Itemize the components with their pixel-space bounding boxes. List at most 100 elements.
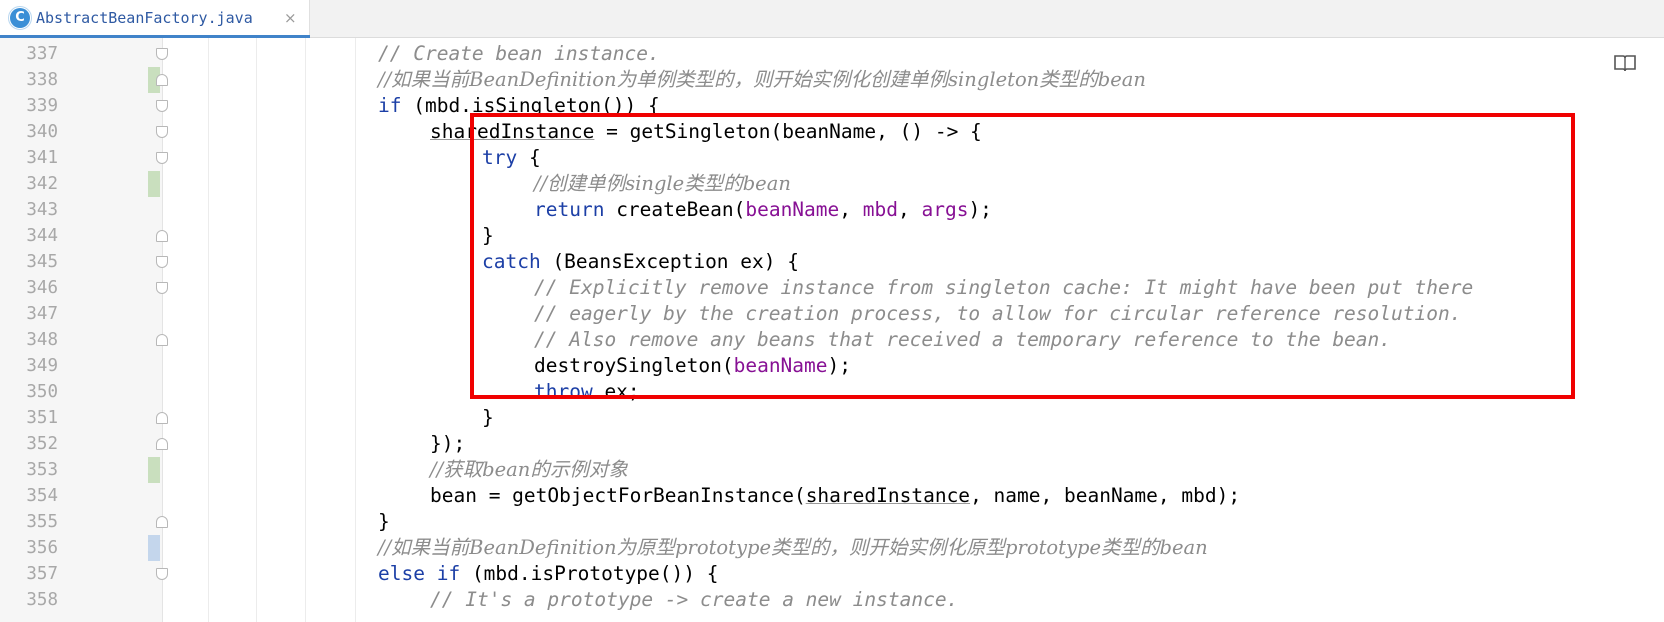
code-token: bean = getObjectForBeanInstance( (430, 484, 806, 507)
fold-start-icon[interactable] (156, 126, 168, 138)
line-number[interactable]: 353 (0, 457, 58, 483)
code-token: (mbd.isSingleton()) { (401, 94, 660, 117)
parameter-token: beanName (733, 354, 828, 377)
line-number[interactable]: 343 (0, 197, 58, 223)
comment-token: // eagerly by the creation process, to a… (534, 302, 1462, 325)
code-token: , name, beanName, mbd); (970, 484, 1241, 507)
java-class-icon: C (8, 6, 32, 30)
line-number[interactable]: 341 (0, 145, 58, 171)
code-line[interactable]: 337 // Create bean instance. (0, 41, 1664, 67)
code-text: //如果当前BeanDefinition为单例类型的，则开始实例化创建单例sin… (378, 67, 1146, 93)
line-number[interactable]: 356 (0, 535, 58, 561)
close-icon[interactable]: × (284, 9, 297, 27)
fold-start-icon[interactable] (156, 568, 168, 580)
line-number[interactable]: 346 (0, 275, 58, 301)
code-line[interactable]: 356 //如果当前BeanDefinition为原型prototype类型的，则… (0, 535, 1664, 561)
line-number[interactable]: 339 (0, 93, 58, 119)
fold-start-icon[interactable] (156, 100, 168, 112)
code-line[interactable]: 338 //如果当前BeanDefinition为单例类型的，则开始实例化创建单例… (0, 67, 1664, 93)
fold-start-icon[interactable] (156, 282, 168, 294)
fold-end-icon[interactable] (156, 438, 168, 450)
line-number[interactable]: 349 (0, 353, 58, 379)
code-line[interactable]: 340 sharedInstance = getSingleton(beanNam… (0, 119, 1664, 145)
code-line[interactable]: 341 try { (0, 145, 1664, 171)
line-number[interactable]: 348 (0, 327, 58, 353)
tab-file-name[interactable]: AbstractBeanFactory.java (36, 9, 253, 27)
code-line[interactable]: 348 // Also remove any beans that receive… (0, 327, 1664, 353)
line-number[interactable]: 340 (0, 119, 58, 145)
vcs-change-marker[interactable] (148, 171, 160, 197)
fold-start-icon[interactable] (156, 48, 168, 60)
code-line[interactable]: 350 throw ex; (0, 379, 1664, 405)
fold-start-icon[interactable] (156, 256, 168, 268)
code-text: } (378, 509, 390, 535)
fold-start-icon[interactable] (156, 152, 168, 164)
code-token: ex; (592, 380, 640, 403)
line-number[interactable]: 342 (0, 171, 58, 197)
code-line[interactable]: 346 // Explicitly remove instance from si… (0, 275, 1664, 301)
code-text: //如果当前BeanDefinition为原型prototype类型的，则开始实… (378, 535, 1208, 561)
code-text: // Also remove any beans that received a… (534, 327, 1391, 353)
code-text: destroySingleton(beanName); (534, 353, 851, 379)
keyword-token: throw (534, 380, 593, 403)
code-line[interactable]: 343 return createBean(beanName, mbd, args… (0, 197, 1664, 223)
code-line[interactable]: 344} (0, 223, 1664, 249)
code-line[interactable]: 358 // It's a prototype -> create a new i… (0, 587, 1664, 613)
parameter-token: args (921, 198, 969, 221)
tab-abstract-bean-factory[interactable]: C AbstractBeanFactory.java × (0, 0, 310, 39)
vcs-change-marker[interactable] (148, 457, 160, 483)
code-token: = getSingleton(beanName, () -> { (594, 120, 982, 143)
code-token: (mbd.isPrototype()) { (460, 562, 719, 585)
comment-token: //获取bean的示例对象 (430, 458, 628, 481)
book-icon[interactable] (1614, 54, 1636, 72)
fold-end-icon[interactable] (156, 334, 168, 346)
vcs-change-marker[interactable] (148, 535, 160, 561)
code-line[interactable]: 352}); (0, 431, 1664, 457)
code-token: }); (430, 432, 466, 455)
code-text: } (482, 223, 494, 249)
line-number[interactable]: 350 (0, 379, 58, 405)
code-token: ); (968, 198, 992, 221)
code-token: } (378, 510, 390, 533)
code-token: createBean( (604, 198, 746, 221)
code-line[interactable]: 339 if (mbd.isSingleton()) { (0, 93, 1664, 119)
code-text: // Create bean instance. (378, 41, 660, 67)
code-text: else if (mbd.isPrototype()) { (378, 561, 718, 587)
line-number[interactable]: 345 (0, 249, 58, 275)
line-number[interactable]: 338 (0, 67, 58, 93)
line-number[interactable]: 337 (0, 41, 58, 67)
line-number[interactable]: 358 (0, 587, 58, 613)
fold-end-icon[interactable] (156, 230, 168, 242)
code-token: } (482, 406, 494, 429)
code-line[interactable]: 357 else if (mbd.isPrototype()) { (0, 561, 1664, 587)
code-line[interactable]: 347 // eagerly by the creation process, t… (0, 301, 1664, 327)
line-number[interactable]: 351 (0, 405, 58, 431)
fold-end-icon[interactable] (156, 516, 168, 528)
fold-end-icon[interactable] (156, 412, 168, 424)
code-text: }); (430, 431, 465, 457)
editor-tab-bar: C AbstractBeanFactory.java × (0, 0, 1664, 39)
line-number[interactable]: 347 (0, 301, 58, 327)
code-line[interactable]: 354 bean = getObjectForBeanInstance(share… (0, 483, 1664, 509)
line-number[interactable]: 344 (0, 223, 58, 249)
code-editor[interactable]: 337 // Create bean instance. 338 //如果当前Bean… (0, 38, 1664, 622)
fold-end-icon[interactable] (156, 74, 168, 86)
line-number[interactable]: 355 (0, 509, 58, 535)
line-number[interactable]: 354 (0, 483, 58, 509)
comment-token: // It's a prototype -> create a new inst… (430, 588, 959, 611)
code-text: // eagerly by the creation process, to a… (534, 301, 1461, 327)
code-line[interactable]: 342 //创建单例single类型的bean (0, 171, 1664, 197)
code-line[interactable]: 349 destroySingleton(beanName); (0, 353, 1664, 379)
line-number[interactable]: 352 (0, 431, 58, 457)
line-number[interactable]: 357 (0, 561, 58, 587)
code-line[interactable]: 351} (0, 405, 1664, 431)
code-token: sharedInstance (805, 484, 971, 507)
comment-token: //如果当前BeanDefinition为原型prototype类型的，则开始实… (378, 536, 1208, 559)
keyword-token: return (534, 198, 605, 221)
code-line[interactable]: 353 //获取bean的示例对象 (0, 457, 1664, 483)
comment-token: // Also remove any beans that received a… (534, 328, 1392, 351)
keyword-token: try (482, 146, 518, 169)
code-line[interactable]: 345 catch (BeansException ex) { (0, 249, 1664, 275)
comment-token: // Create bean instance. (378, 42, 660, 65)
code-line[interactable]: 355} (0, 509, 1664, 535)
